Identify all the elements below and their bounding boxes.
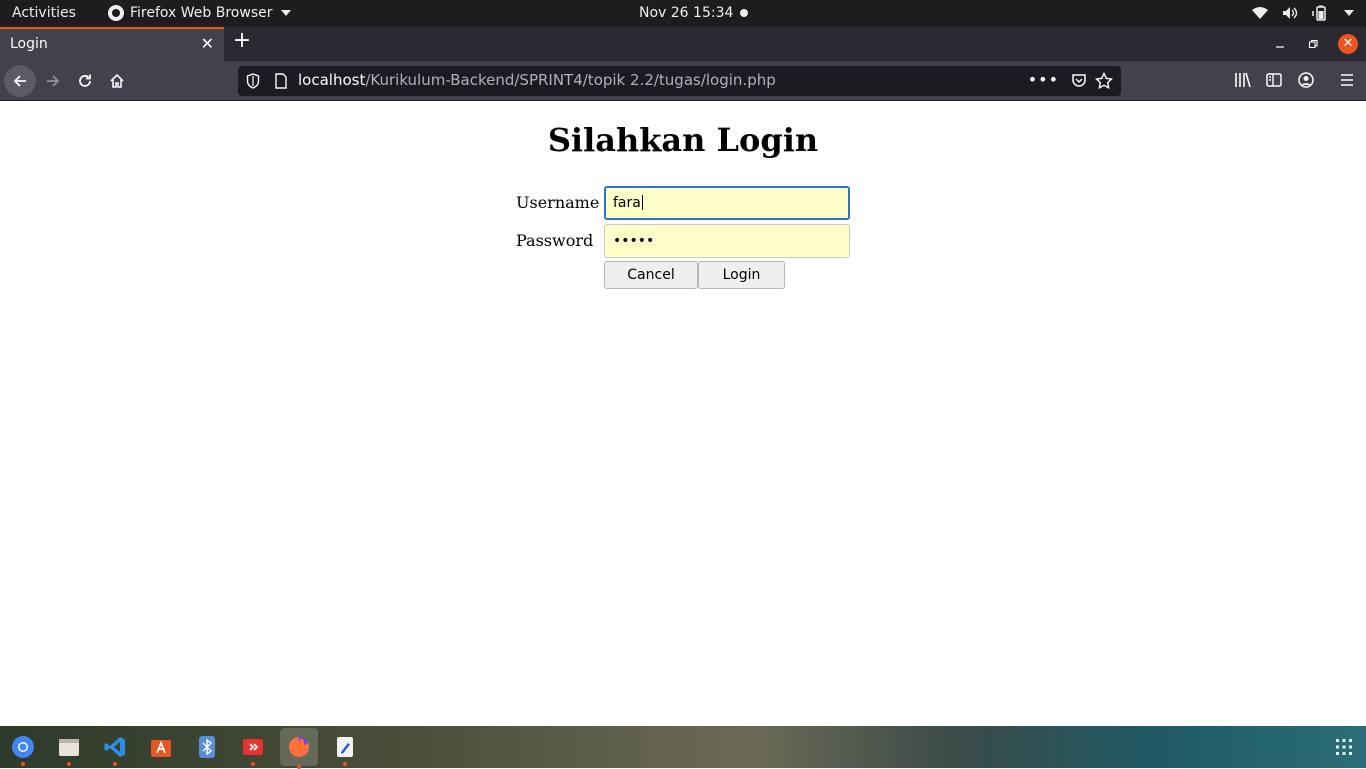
dock-vscode[interactable] [99, 731, 131, 766]
cancel-button[interactable]: Cancel [604, 261, 698, 289]
anydesk-icon [243, 739, 263, 755]
running-indicator [67, 762, 71, 766]
hamburger-menu-icon[interactable] [1338, 71, 1356, 89]
running-indicator [113, 762, 117, 766]
system-menu-chevron-icon [1344, 10, 1354, 16]
software-center-icon [151, 740, 171, 757]
tracking-protection-icon[interactable] [246, 73, 260, 89]
wifi-icon [1252, 7, 1268, 19]
dock-text-editor[interactable] [329, 731, 361, 766]
reload-button[interactable] [69, 65, 101, 97]
bluetooth-icon [199, 736, 215, 758]
page-actions-button[interactable]: ••• [1028, 70, 1059, 89]
password-value: ••••• [613, 233, 655, 249]
vscode-icon [104, 737, 125, 757]
app-menu[interactable]: Firefox Web Browser [108, 5, 291, 21]
clock[interactable]: Nov 26 15:34 [639, 5, 733, 21]
text-cursor [641, 195, 643, 210]
page-info-icon[interactable] [274, 73, 288, 89]
page-content: Silahkan Login Username fara Password ••… [0, 101, 1366, 726]
forward-button[interactable] [37, 65, 69, 97]
pocket-icon[interactable] [1071, 73, 1087, 89]
password-label: Password [516, 231, 594, 250]
system-tray[interactable] [1252, 5, 1354, 21]
nav-toolbar: localhost/Kurikulum-Backend/SPRINT4/topi… [0, 61, 1366, 101]
running-indicator [297, 765, 301, 769]
system-top-bar: Activities Firefox Web Browser Nov 26 15… [0, 0, 1366, 27]
window-close-button[interactable]: ✕ [1334, 27, 1362, 61]
login-button[interactable]: Login [698, 261, 785, 289]
home-icon [110, 73, 124, 88]
url-bar[interactable]: localhost/Kurikulum-Backend/SPRINT4/topi… [238, 66, 1121, 96]
minimize-icon [1276, 46, 1284, 48]
text-editor-icon [337, 737, 353, 757]
back-button[interactable] [4, 65, 36, 97]
dock [0, 726, 1366, 769]
app-menu-label: Firefox Web Browser [130, 5, 273, 21]
library-icon[interactable] [1234, 71, 1252, 89]
running-indicator [343, 762, 347, 766]
show-apps-icon[interactable] [1336, 739, 1352, 755]
chrome-icon [12, 736, 34, 758]
restore-button[interactable] [1299, 27, 1327, 61]
dock-files[interactable] [53, 731, 85, 766]
username-input[interactable]: fara [604, 186, 850, 220]
firefox-icon [289, 737, 309, 757]
running-indicator [251, 762, 255, 766]
battery-icon [1312, 5, 1326, 21]
files-icon [59, 739, 79, 756]
arrow-left-icon [13, 75, 26, 87]
restore-icon [1308, 39, 1318, 49]
running-indicator [21, 762, 25, 766]
password-input[interactable]: ••••• [604, 224, 850, 258]
tab-strip: Login ✕ + ✕ [0, 27, 1366, 61]
dock-chrome[interactable] [7, 731, 39, 766]
tab-close-icon[interactable]: ✕ [201, 36, 214, 52]
sidebar-icon[interactable] [1265, 71, 1283, 89]
firefox-icon [108, 5, 124, 21]
arrow-right-icon [47, 75, 60, 87]
bookmark-star-icon[interactable] [1095, 72, 1113, 90]
dock-bluetooth[interactable] [191, 731, 223, 763]
url-text[interactable]: localhost/Kurikulum-Backend/SPRINT4/topi… [298, 71, 776, 89]
new-tab-button[interactable]: + [230, 30, 254, 54]
notification-dot-icon [740, 9, 748, 17]
volume-icon [1283, 7, 1298, 19]
dock-firefox[interactable] [280, 728, 318, 769]
minimize-button[interactable] [1266, 27, 1294, 61]
reload-icon [79, 74, 91, 87]
username-value: fara [613, 195, 641, 211]
tab-login[interactable]: Login ✕ [0, 27, 224, 61]
activities-button[interactable]: Activities [12, 5, 76, 21]
page-title: Silahkan Login [547, 121, 819, 159]
home-button[interactable] [101, 65, 133, 97]
url-host: localhost [298, 71, 366, 89]
tab-title: Login [10, 36, 48, 52]
dock-anydesk[interactable] [237, 731, 269, 766]
dock-software-center[interactable] [145, 731, 177, 763]
username-label: Username [516, 193, 600, 212]
close-icon: ✕ [1338, 34, 1358, 54]
account-icon[interactable] [1297, 71, 1315, 89]
chevron-down-icon [280, 10, 291, 16]
url-path: /Kurikulum-Backend/SPRINT4/topik 2.2/tug… [365, 71, 776, 89]
